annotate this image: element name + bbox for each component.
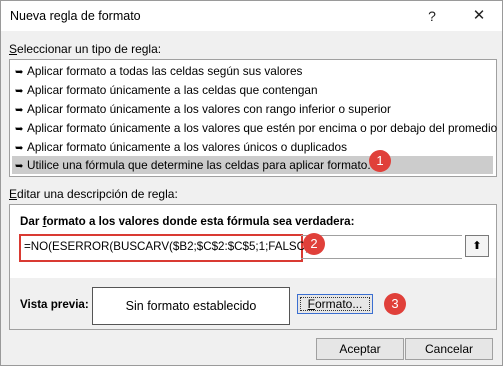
rule-type-label-rest: eleccionar un tipo de regla: [17,42,162,56]
format-button-rest: ormato... [314,297,363,311]
formula-label-prefix: Dar [20,215,43,228]
rule-item-contains[interactable]: ➥ Aplicar formato únicamente a las celdas… [12,81,493,99]
collapse-arrow-icon: ⬆ [472,240,482,252]
rule-type-label: Seleccionar un tipo de regla: [9,42,161,56]
arrow-icon: ➥ [15,86,24,97]
format-button[interactable]: Formato... [297,294,373,314]
edit-description-label: Editar una descripción de regla: [9,187,178,201]
help-button[interactable]: ? [418,5,446,27]
rule-type-label-accel: S [9,42,18,56]
preview-box: Sin formato establecido [92,287,290,325]
rule-item-above-below-average[interactable]: ➥ Aplicar formato únicamente a los valore… [12,119,497,137]
rule-item-label: Aplicar formato únicamente a los valores… [27,140,347,154]
rule-item-unique-duplicate[interactable]: ➥ Aplicar formato únicamente a los valore… [12,138,493,156]
formula-label-rest: ormato a los valores donde esta fórmula … [46,215,355,228]
arrow-icon: ➥ [15,124,24,135]
rule-item-top-bottom[interactable]: ➥ Aplicar formato únicamente a los valore… [12,100,493,118]
title-bar: Nueva regla de formato ? ✕ [1,1,502,31]
new-format-rule-dialog: Nueva regla de formato ? ✕ Seleccionar u… [0,0,503,366]
formula-value: =NO(ESERROR(BUSCARV($B2;$C$2:$C$5;1;FALS… [24,240,318,253]
rule-item-label: Aplicar formato únicamente a los valores… [27,121,498,135]
cancel-button[interactable]: Cancelar [405,338,493,360]
rule-description-panel: Dar formato a los valores donde esta fór… [9,204,497,330]
edit-description-label-accel: E [9,187,18,201]
annotation-badge-3: 3 [384,293,406,315]
annotation-badge-1: 1 [369,150,391,172]
rule-item-label: Utilice una fórmula que determine las ce… [27,158,371,172]
arrow-icon: ➥ [15,161,24,172]
rule-item-label: Aplicar formato únicamente a las celdas … [27,83,318,97]
arrow-icon: ➥ [15,67,24,78]
formula-input-extension[interactable] [301,235,462,259]
preview-label: Vista previa: [20,298,89,311]
rule-type-list[interactable]: ➥ Aplicar formato a todas las celdas segú… [9,59,497,177]
accept-button[interactable]: Aceptar [316,338,404,360]
close-button[interactable]: ✕ [465,5,493,27]
formula-input[interactable]: =NO(ESERROR(BUSCARV($B2;$C$2:$C$5;1;FALS… [19,234,317,262]
rule-item-format-all[interactable]: ➥ Aplicar formato a todas las celdas segú… [12,62,493,80]
collapse-dialog-button[interactable]: ⬆ [465,235,489,257]
edit-description-label-rest: ditar una descripción de regla: [17,187,178,201]
arrow-icon: ➥ [15,105,24,116]
annotation-badge-2: 2 [303,233,325,255]
formula-label: Dar formato a los valores donde esta fór… [20,215,354,228]
rule-item-use-formula[interactable]: ➥ Utilice una fórmula que determine las c… [12,156,493,174]
rule-item-label: Aplicar formato a todas las celdas según… [27,64,303,78]
format-button-accel: F [307,297,315,311]
window-title: Nueva regla de formato [10,9,141,23]
rule-item-label: Aplicar formato únicamente a los valores… [27,102,391,116]
